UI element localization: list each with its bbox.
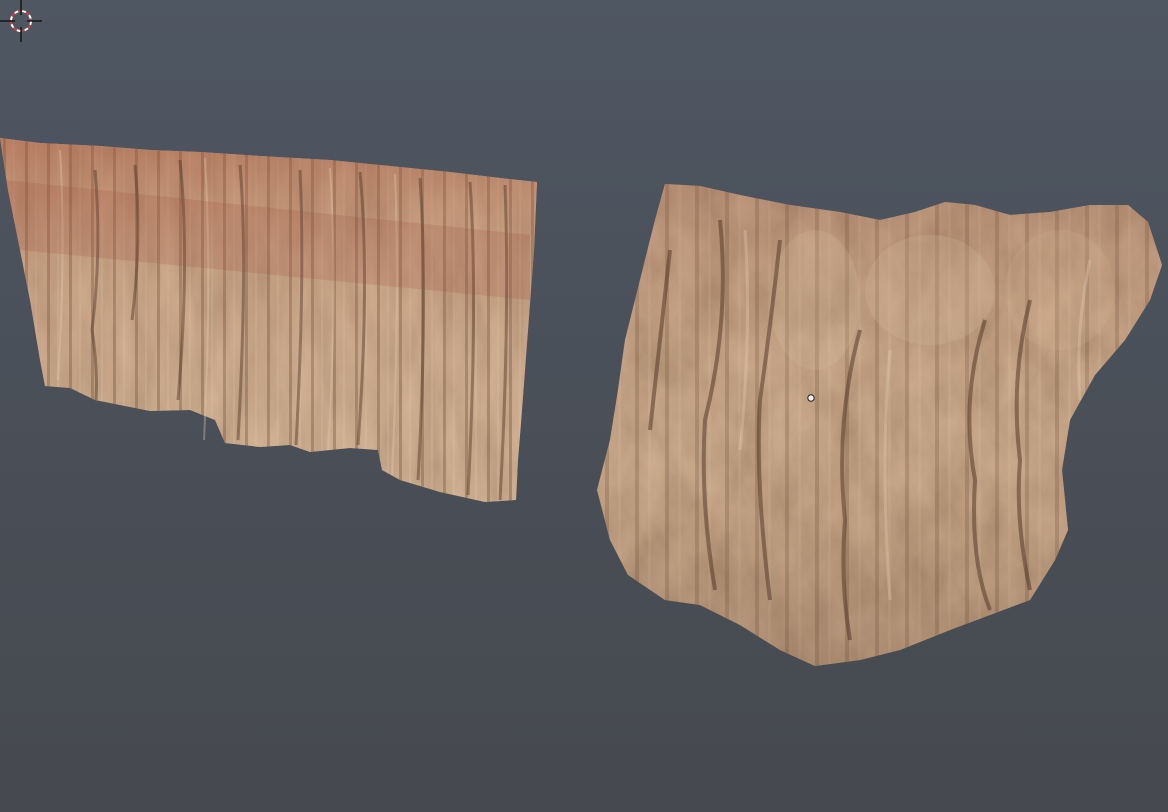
3d-viewport[interactable] bbox=[0, 0, 1168, 812]
object-origin-icon bbox=[807, 394, 815, 402]
rock-cliff-left[interactable] bbox=[0, 138, 537, 502]
viewport-canvas[interactable] bbox=[0, 0, 1168, 812]
3d-cursor-icon[interactable] bbox=[0, 0, 42, 42]
rock-cliff-right[interactable] bbox=[597, 184, 1162, 666]
